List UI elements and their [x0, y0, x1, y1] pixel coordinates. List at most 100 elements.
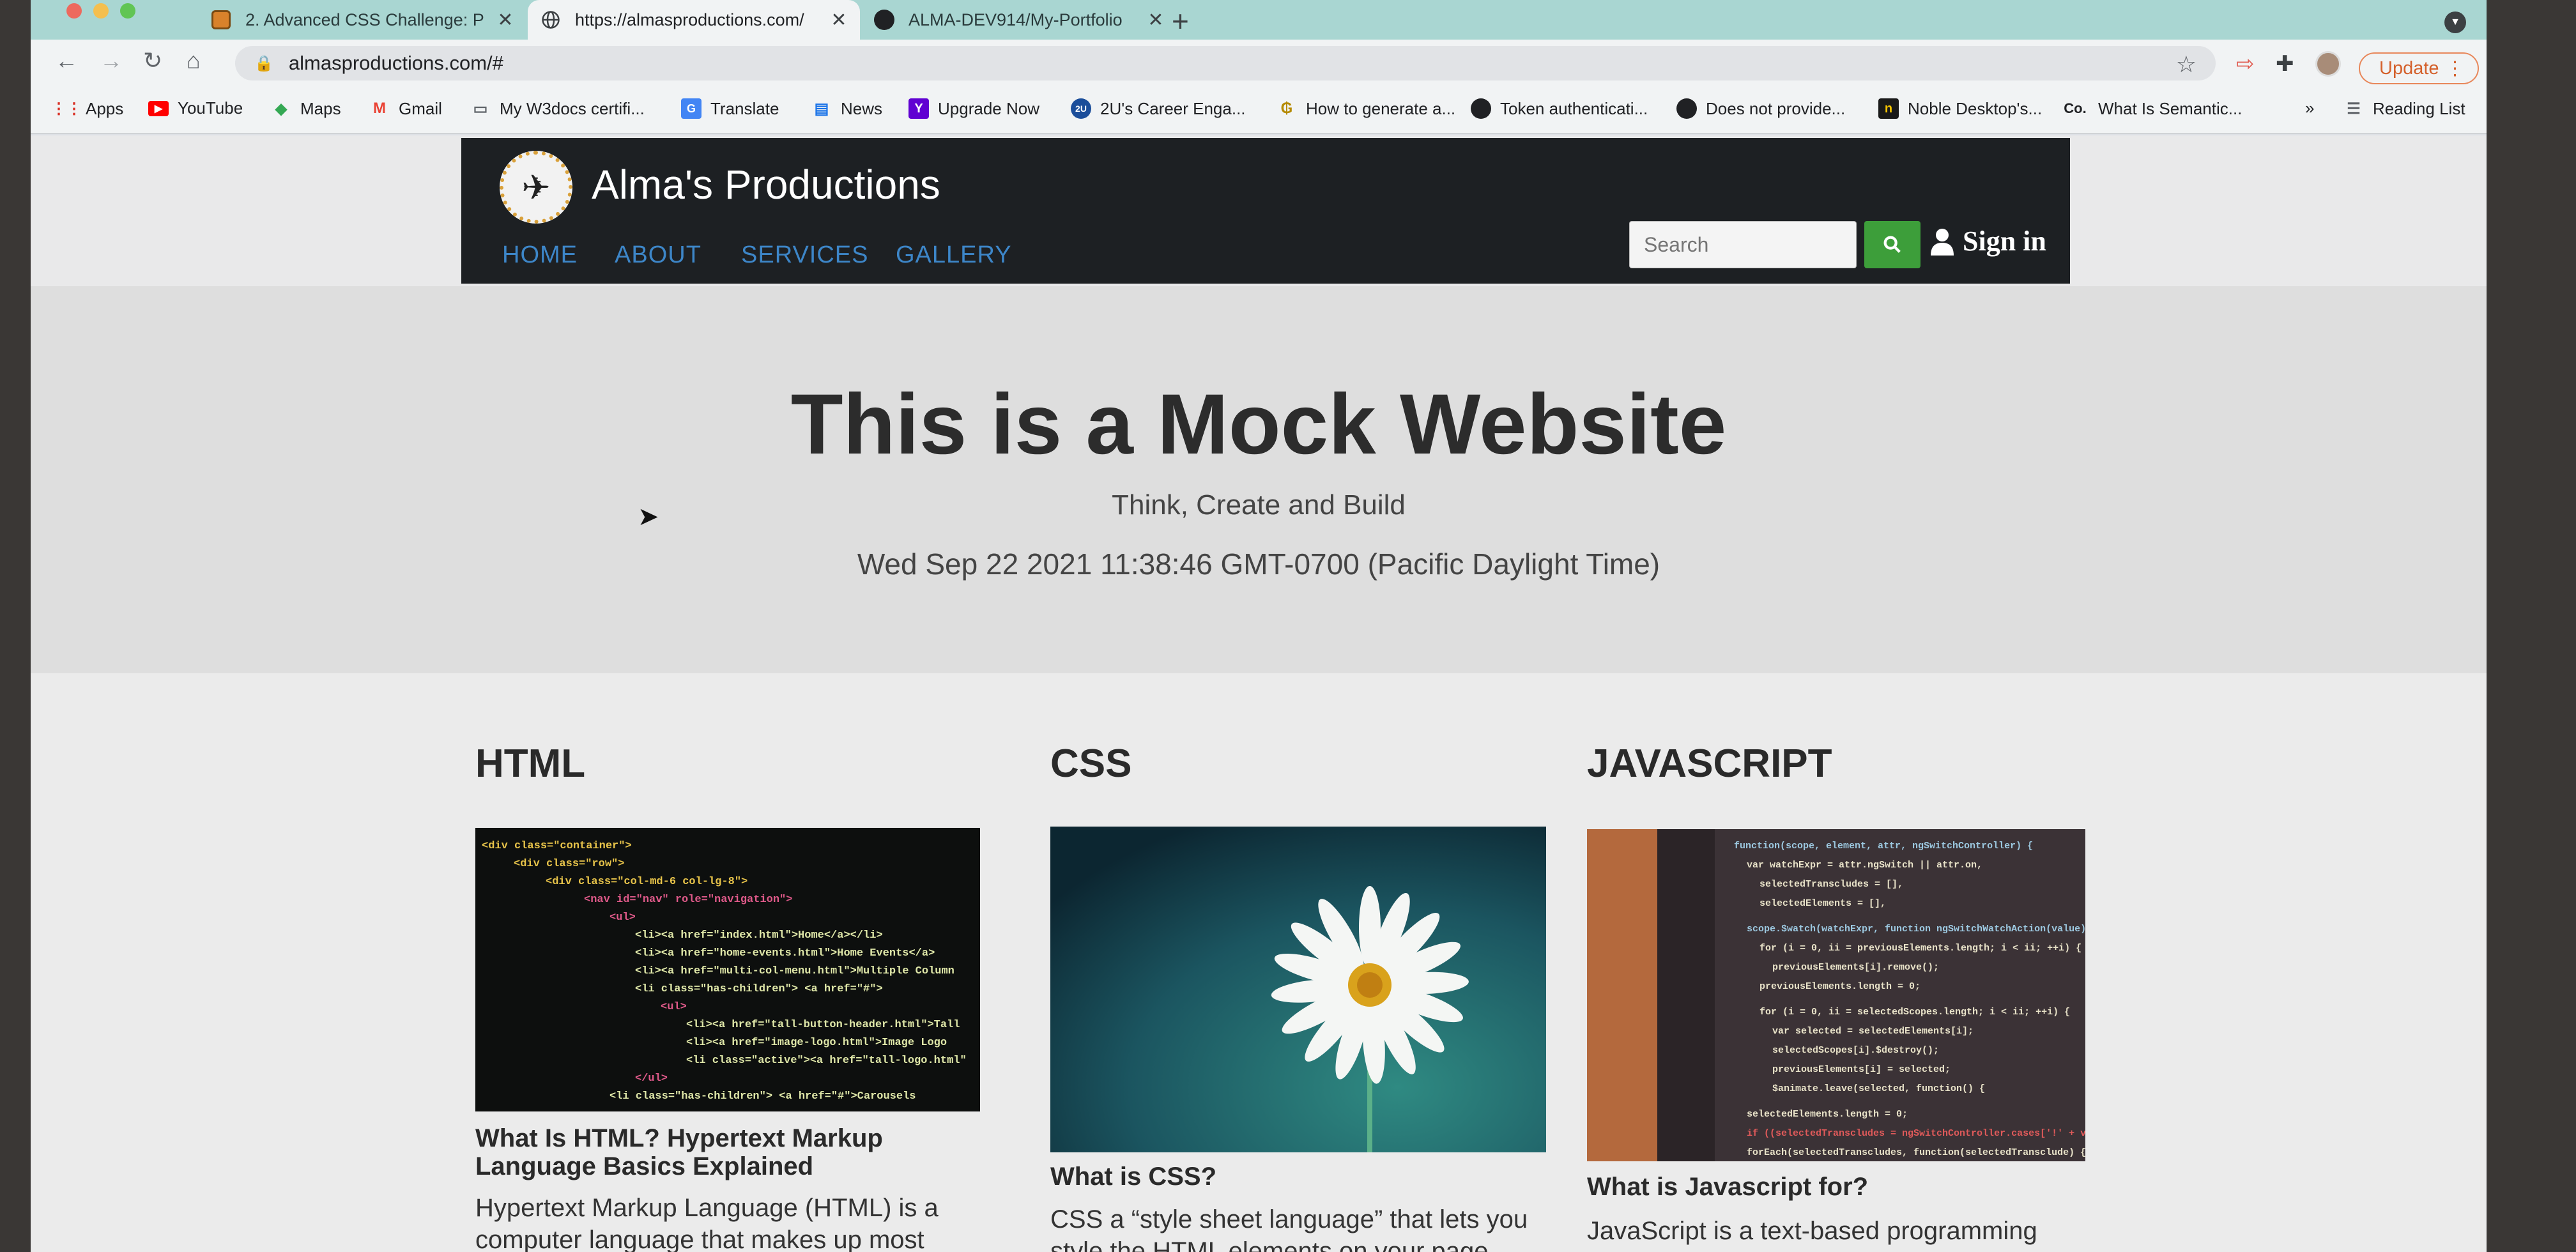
hero-date: Wed Sep 22 2021 11:38:46 GMT-0700 (Pacif… — [857, 547, 1660, 581]
tab-github-portfolio[interactable]: ALMA-DEV914/My-Portfolio ✕ — [861, 0, 1177, 40]
maximize-window-button[interactable] — [120, 3, 135, 19]
bookmark-star-icon[interactable]: ☆ — [2176, 51, 2196, 78]
tab-title: 2. Advanced CSS Challenge: P — [245, 10, 484, 29]
address-bar[interactable]: 🔒 almasproductions.com/# ☆ — [235, 46, 2216, 80]
profile-avatar[interactable] — [2315, 51, 2341, 77]
svg-text:<ul>: <ul> — [661, 1001, 687, 1013]
bookmark-maps[interactable]: ◆ Maps — [271, 98, 341, 119]
topic-text: CSS a “style sheet language” that lets y… — [1050, 1205, 1528, 1252]
close-tab-icon[interactable]: ✕ — [829, 9, 848, 31]
topic-title[interactable]: What Is HTML? Hypertext Markup Language … — [475, 1124, 923, 1180]
github-icon — [1471, 98, 1491, 119]
tab-search-icon[interactable]: ▼ — [2444, 11, 2466, 33]
browser-toolbar: ← → ↻ ⌂ 🔒 almasproductions.com/# ☆ ⇨ ✚ — [31, 40, 2487, 87]
github-icon — [1676, 98, 1697, 119]
signin-link[interactable]: Sign in — [1929, 225, 2046, 257]
url-text[interactable]: almasproductions.com/# — [289, 52, 503, 75]
javascript-code-image[interactable]: function(scope, element, attr, ngSwitchC… — [1587, 829, 2085, 1161]
svg-text:<div class="col-md-6 col-lg-8": <div class="col-md-6 col-lg-8"> — [546, 876, 747, 888]
nav-gallery[interactable]: GALLERY — [896, 241, 1012, 269]
bookmark-upgrade-now[interactable]: Y Upgrade Now — [908, 98, 1039, 119]
topic-title[interactable]: What is CSS? — [1050, 1163, 1536, 1191]
search-icon — [1883, 236, 1901, 253]
search-input[interactable] — [1629, 221, 1857, 268]
bookmark-2u[interactable]: 2U 2U's Career Enga... — [1071, 98, 1246, 119]
search-button[interactable] — [1864, 221, 1920, 268]
bookmark-youtube[interactable]: ▶ YouTube — [148, 98, 243, 118]
nav-services[interactable]: SERVICES — [741, 241, 868, 269]
topic-heading: CSS — [1050, 742, 1132, 786]
noble-icon: n — [1878, 98, 1899, 119]
translate-icon: G — [681, 98, 702, 119]
nav-about[interactable]: ABOUT — [615, 241, 702, 269]
topics-section: HTML <div class="container"> <div class=… — [31, 673, 2487, 1252]
bookmark-news[interactable]: ▤ News — [811, 98, 882, 119]
site-header: ✈ Alma's Productions HOME ABOUT SERVICES… — [461, 138, 2070, 284]
reload-icon[interactable]: ↻ — [143, 47, 162, 74]
svg-text:previousElements[i] = selected: previousElements[i] = selected; — [1772, 1064, 1951, 1075]
html-code-image[interactable]: <div class="container"> <div class="row"… — [475, 828, 980, 1111]
reading-list-button[interactable]: ☰ Reading List — [2343, 98, 2465, 119]
brand-name[interactable]: Alma's Productions — [592, 161, 940, 208]
maps-icon: ◆ — [275, 100, 288, 118]
bookmark-gmail[interactable]: M Gmail — [369, 98, 442, 119]
nav-home[interactable]: HOME — [502, 241, 578, 269]
puzzle-icon[interactable]: ✚ — [2276, 51, 2294, 77]
brand-logo[interactable]: ✈ — [500, 151, 572, 224]
bookmark-translate[interactable]: G Translate — [681, 98, 779, 119]
topic-heading: JAVASCRIPT — [1587, 742, 1832, 786]
github-favicon-icon — [873, 8, 896, 31]
minimize-window-button[interactable] — [93, 3, 109, 19]
tab-almasproductions[interactable]: https://almasproductions.com/ ✕ — [528, 0, 860, 40]
svg-text:<ul>: <ul> — [610, 912, 636, 924]
bookmark-how-to-generate[interactable]: ₲ How to generate a... — [1276, 98, 1455, 119]
news-icon: ▤ — [814, 100, 829, 118]
svg-text:<li><a href="home-events.html": <li><a href="home-events.html">Home Even… — [635, 947, 935, 959]
close-tab-icon[interactable]: ✕ — [496, 9, 515, 31]
forward-arrow-icon[interactable]: → — [100, 47, 123, 74]
co-icon: Co. — [2064, 100, 2087, 116]
bookmarks-overflow-button[interactable]: » — [2305, 98, 2314, 118]
svg-text:scope.$watch(watchExpr, functi: scope.$watch(watchExpr, function ngSwitc… — [1747, 924, 2085, 935]
bookmark-noble-desktop[interactable]: n Noble Desktop's... — [1878, 98, 2042, 119]
reading-list-icon: ☰ — [2347, 100, 2361, 118]
close-window-button[interactable] — [66, 3, 82, 19]
lock-icon[interactable]: 🔒 — [254, 54, 273, 73]
browser-window: 2. Advanced CSS Challenge: P ✕ https://a… — [31, 0, 2487, 1252]
svg-text:</ul>: </ul> — [635, 1073, 668, 1085]
svg-text:selectedElements.length = 0;: selectedElements.length = 0; — [1747, 1109, 1908, 1120]
svg-text:<div class="container">: <div class="container"> — [482, 840, 632, 852]
bookmark-token-auth[interactable]: Token authenticati... — [1471, 98, 1648, 119]
topic-text: JavaScript is a text-based programming — [1587, 1217, 2037, 1245]
home-icon[interactable]: ⌂ — [187, 47, 201, 74]
svg-text:<li><a href="index.html">Home<: <li><a href="index.html">Home</a></li> — [635, 929, 883, 942]
tab-strip: 2. Advanced CSS Challenge: P ✕ https://a… — [31, 0, 2487, 40]
svg-text:forEach(selectedTranscludes, f: forEach(selectedTranscludes, function(se… — [1747, 1147, 2085, 1158]
daisy-image[interactable] — [1050, 827, 1546, 1152]
close-tab-icon[interactable]: ✕ — [1146, 9, 1165, 31]
svg-text:for (i = 0, ii = selectedScope: for (i = 0, ii = selectedScopes.length; … — [1759, 1007, 2070, 1018]
extension-icon[interactable]: ⇨ — [2236, 51, 2255, 77]
svg-text:<li><a href="multi-col-menu.ht: <li><a href="multi-col-menu.html">Multip… — [635, 965, 954, 977]
topic-title[interactable]: What is Javascript for? — [1587, 1173, 2073, 1201]
tab-advanced-css[interactable]: 2. Advanced CSS Challenge: P ✕ — [198, 0, 526, 40]
svg-text:previousElements.length = 0;: previousElements.length = 0; — [1759, 981, 1920, 992]
bookmark-apps[interactable]: ⋮⋮ Apps — [51, 98, 123, 119]
bookmark-does-not-provide[interactable]: Does not provide... — [1676, 98, 1845, 119]
bookmark-w3docs[interactable]: ▭ My W3docs certifi... — [470, 98, 645, 119]
svg-text:<li class="has-children"> <a h: <li class="has-children"> <a href="#"> — [635, 983, 883, 995]
kebab-menu-icon[interactable]: ⋮ — [2446, 57, 2465, 80]
yahoo-icon: Y — [908, 98, 929, 119]
svg-text:var watchExpr = attr.ngSwitch: var watchExpr = attr.ngSwitch || attr.on… — [1747, 860, 1982, 871]
user-icon — [1931, 228, 1954, 256]
bookmark-what-is-semantic[interactable]: Co. What Is Semantic... — [2061, 98, 2242, 119]
back-arrow-icon[interactable]: ← — [55, 47, 78, 74]
2u-icon: 2U — [1071, 98, 1091, 119]
svg-text:<li><a href="tall-button-heade: <li><a href="tall-button-header.html">Ta… — [686, 1019, 960, 1031]
svg-text:<li class="active"><a href="ta: <li class="active"><a href="tall-logo.ht… — [686, 1055, 967, 1067]
youtube-icon: ▶ — [148, 100, 169, 116]
challenge-favicon-icon — [210, 8, 233, 31]
new-tab-button[interactable]: + — [1172, 4, 1189, 38]
svg-text:<li class="has-children"> <a h: <li class="has-children"> <a href="#">Ca… — [610, 1090, 916, 1103]
update-button[interactable]: Update ⋮ — [2359, 52, 2479, 84]
